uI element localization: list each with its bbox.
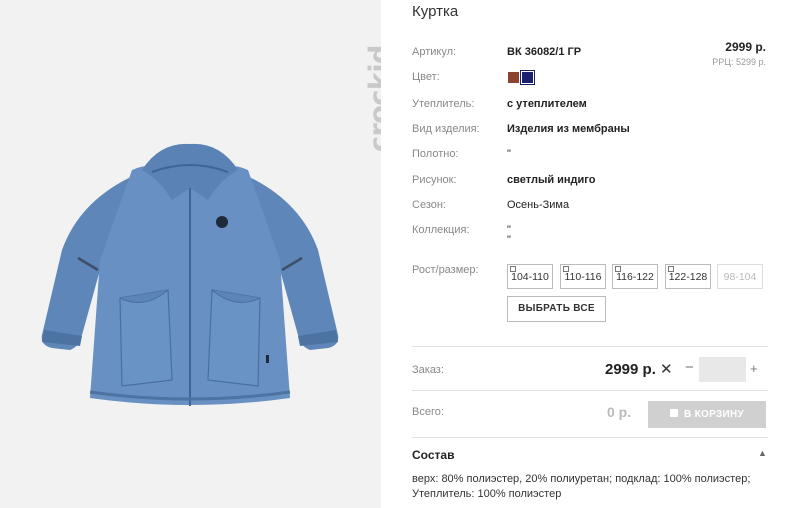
product-title: Куртка <box>412 3 459 20</box>
attr-label: Утеплитель: <box>412 98 475 110</box>
product-image-panel: crockid <box>0 0 381 508</box>
attr-value: Изделия из мембраны <box>507 123 630 135</box>
attr-label: Артикул: <box>412 46 457 58</box>
increase-quantity-button[interactable]: + <box>750 361 758 376</box>
attr-color: Цвет: <box>412 71 772 87</box>
size-options: 104-110 110-116 116-122 122-128 98-104 <box>507 264 777 290</box>
attr-value: ВК 36082/1 ГР <box>507 46 582 58</box>
attr-value: с утеплителем <box>507 98 587 110</box>
attr-article: Артикул: ВК 36082/1 ГР <box>412 46 772 62</box>
attr-label: Вид изделия: <box>412 123 480 135</box>
divider <box>412 346 768 347</box>
total-label: Всего: <box>412 406 444 418</box>
chevron-up-icon[interactable]: ▲ <box>758 448 767 458</box>
attr-value: Осень-Зима <box>507 199 570 211</box>
composition-text: верх: 80% полиэстер, 20% полиуретан; под… <box>412 472 772 502</box>
add-to-cart-label: В КОРЗИНУ <box>683 409 744 420</box>
size-option[interactable]: 110-116 <box>560 264 606 289</box>
divider <box>412 437 768 438</box>
attr-label: Рост/размер: <box>412 264 479 276</box>
order-price: 2999 р. <box>605 361 656 378</box>
composition-line: Утеплитель: 100% полиэстер <box>412 488 562 500</box>
composition-line: верх: 80% полиэстер, 20% полиуретан; под… <box>412 473 751 485</box>
attr-label: Рисунок: <box>412 174 457 186</box>
decrease-quantity-button[interactable]: − <box>685 359 694 376</box>
color-swatch-brown[interactable] <box>508 72 519 83</box>
total-value: 0 р. <box>607 404 632 420</box>
multiply-icon: ✕ <box>660 361 673 378</box>
color-swatch-navy[interactable] <box>520 70 535 85</box>
quantity-input[interactable] <box>699 357 746 382</box>
attr-insulation: Утеплитель: с утеплителем <box>412 98 772 114</box>
brand-logo: crockid <box>364 45 381 152</box>
size-option-disabled: 98-104 <box>717 264 763 289</box>
cart-icon <box>669 409 678 417</box>
attr-type: Вид изделия: Изделия из мембраны <box>412 123 772 139</box>
attr-value: " <box>507 234 511 246</box>
product-details: Куртка 2999 р. PPЦ: 5299 р. Артикул: ВК … <box>412 0 772 508</box>
order-label: Заказ: <box>412 364 444 376</box>
select-all-button[interactable]: ВЫБРАТЬ ВСЕ <box>507 296 606 322</box>
composition-heading[interactable]: Состав <box>412 448 454 462</box>
jacket-image <box>41 143 339 406</box>
attr-label: Сезон: <box>412 199 446 211</box>
attr-season: Сезон: Осень-Зима <box>412 199 772 215</box>
attr-label: Полотно: <box>412 148 459 160</box>
add-to-cart-button[interactable]: В КОРЗИНУ <box>648 401 766 428</box>
attr-pattern: Рисунок: светлый индиго <box>412 174 772 190</box>
attr-collection-extra: " <box>412 234 772 250</box>
divider <box>412 390 768 391</box>
size-option[interactable]: 122-128 <box>665 264 711 289</box>
attr-fabric: Полотно: " <box>412 148 772 164</box>
size-option[interactable]: 104-110 <box>507 264 553 289</box>
size-option[interactable]: 116-122 <box>612 264 658 289</box>
attr-label: Цвет: <box>412 71 440 83</box>
attr-value: светлый индиго <box>507 174 596 186</box>
attr-value: " <box>507 148 511 160</box>
